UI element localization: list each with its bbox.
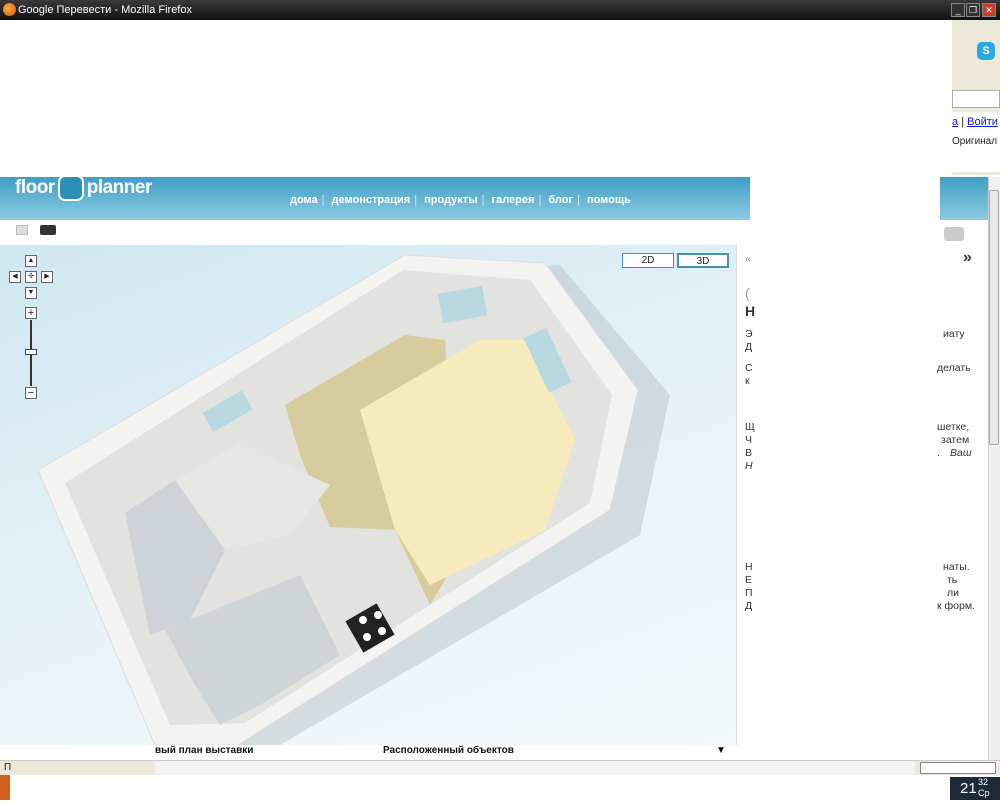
logo-house-icon [57, 175, 84, 201]
floorplanner-logo[interactable]: floor planner [15, 175, 152, 201]
floorplan-3d-view [37, 254, 670, 746]
register-link[interactable]: а [952, 116, 958, 128]
floorplan-3d-canvas[interactable] [0, 245, 736, 746]
burner [363, 633, 371, 641]
nav-help[interactable]: помощь [587, 194, 631, 206]
prev-button[interactable]: « [745, 253, 751, 265]
address-dropdown[interactable] [952, 90, 1000, 108]
separator: | [961, 116, 965, 128]
scrollbar-thumb[interactable] [989, 190, 999, 445]
pan-center-button[interactable]: ✣ [25, 271, 37, 283]
nav-gallery[interactable]: галерея [492, 194, 535, 206]
status-bar: П [0, 760, 1000, 775]
pan-down-button[interactable]: ▼ [25, 287, 37, 299]
minimize-button[interactable]: _ [951, 3, 965, 17]
toolbar [0, 220, 750, 245]
burner [378, 627, 386, 635]
close-button[interactable]: ✕ [982, 3, 996, 17]
main-nav: дома | демонстрация | продукты | галерея | б… [290, 194, 631, 206]
original-label: Оригинал [952, 136, 998, 147]
nav-blog[interactable]: блог [548, 194, 573, 206]
window-title: Google Перевести - Mozilla Firefox [18, 4, 192, 16]
login-link[interactable]: Войти [967, 116, 998, 128]
print-icon[interactable] [944, 227, 964, 241]
zoom-out-button[interactable]: − [25, 387, 37, 399]
new-page-icon[interactable] [16, 225, 28, 235]
taskbar [0, 775, 1000, 800]
zoom-in-button[interactable]: + [25, 307, 37, 319]
burner [374, 611, 382, 619]
browser-chrome: S а | Войти Оригинал [952, 20, 1000, 175]
pan-left-button[interactable]: ◀ [9, 271, 21, 283]
nav-products[interactable]: продукты [424, 194, 477, 206]
restore-button[interactable]: ❐ [966, 3, 980, 17]
pan-up-button[interactable]: ▲ [25, 255, 37, 267]
nav-home[interactable]: дома [290, 194, 318, 206]
view-3d-button[interactable]: 3D [677, 253, 729, 268]
start-button[interactable] [0, 775, 10, 800]
right-panel: « » ( Н Э Д С к Щ Ч В Н Н Е П Д иату дел… [736, 227, 988, 745]
view-2d-button[interactable]: 2D [622, 253, 674, 268]
camera-icon[interactable] [40, 225, 56, 235]
bottom-content: вый план выставки Расположенный объектов… [0, 745, 988, 760]
zoom-slider-handle[interactable] [25, 349, 37, 355]
app-header-right [940, 177, 988, 220]
system-clock: 21 32 Ср [950, 777, 1000, 800]
pan-right-button[interactable]: ▶ [41, 271, 53, 283]
nav-demo[interactable]: демонстрация [332, 194, 411, 206]
next-button[interactable]: » [963, 249, 972, 267]
burner [359, 616, 367, 624]
firefox-icon [3, 3, 16, 16]
skype-icon[interactable]: S [977, 42, 995, 60]
blank-overlay [0, 20, 952, 175]
dropdown-arrow-icon[interactable]: ▼ [716, 745, 726, 756]
window-titlebar: Google Перевести - Mozilla Firefox [0, 0, 1000, 20]
